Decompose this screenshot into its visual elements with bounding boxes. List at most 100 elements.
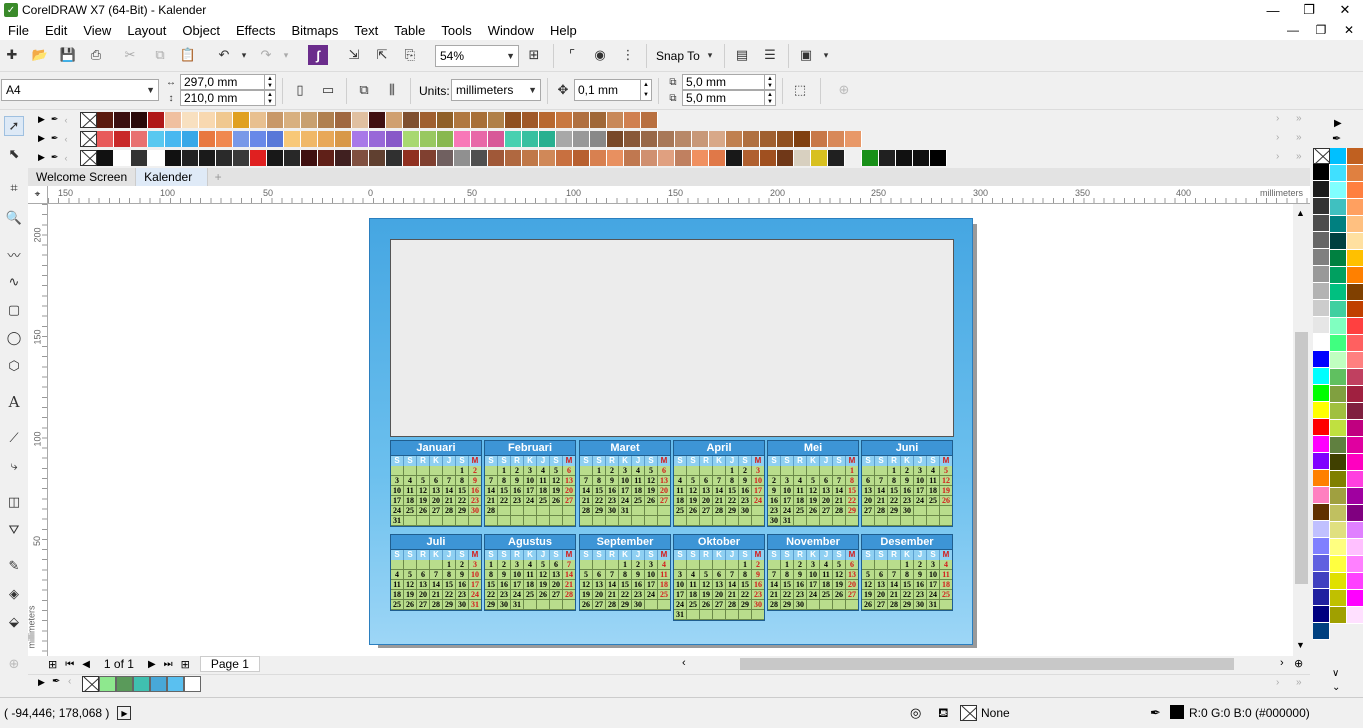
paste-icon[interactable]: 📋 <box>178 45 198 65</box>
palette-flyout-icon[interactable]: ▶ <box>38 152 45 163</box>
color-swatch[interactable] <box>590 111 607 128</box>
color-swatch[interactable] <box>488 149 505 166</box>
color-swatch[interactable] <box>1313 164 1330 181</box>
color-swatch[interactable] <box>165 149 182 166</box>
color-swatch[interactable] <box>1313 351 1330 368</box>
color-swatch[interactable] <box>233 111 250 128</box>
color-swatch[interactable] <box>1330 573 1347 590</box>
color-swatch[interactable] <box>641 130 658 147</box>
palette-expand-icon[interactable]: » <box>1296 151 1302 162</box>
page-size-combo[interactable]: A4 ▼ <box>1 79 159 101</box>
color-swatch[interactable] <box>1313 198 1330 215</box>
color-swatch[interactable] <box>301 111 318 128</box>
color-swatch[interactable] <box>335 149 352 166</box>
color-swatch[interactable] <box>199 130 216 147</box>
portrait-icon[interactable]: ▯ <box>290 80 310 100</box>
tab-welcome-screen[interactable]: Welcome Screen <box>28 168 137 186</box>
doc-palette-flyout-icon[interactable]: ▶ <box>38 677 45 688</box>
color-swatch[interactable] <box>692 130 709 147</box>
color-swatch[interactable] <box>148 130 165 147</box>
zoom-tool-icon[interactable]: 🔍 <box>4 208 24 228</box>
palette-flyout-icon[interactable]: ▶ <box>38 114 45 125</box>
color-swatch[interactable] <box>1347 369 1363 386</box>
menu-bitmaps[interactable]: Bitmaps <box>283 23 346 38</box>
color-swatch[interactable] <box>1347 386 1363 403</box>
pick-tool-icon[interactable]: ➚ <box>4 116 24 136</box>
drop-shadow-icon[interactable]: ◫ <box>4 492 24 512</box>
nudge-spinner-icon[interactable]: ▲ ▼ <box>640 80 651 100</box>
guidelines-icon[interactable]: ⋮ <box>618 45 638 65</box>
color-swatch[interactable] <box>454 149 471 166</box>
color-swatch[interactable] <box>1313 385 1330 402</box>
color-swatch[interactable] <box>488 111 505 128</box>
no-color-swatch[interactable] <box>80 130 97 147</box>
color-swatch[interactable] <box>1347 199 1363 216</box>
color-swatch[interactable] <box>1330 522 1347 539</box>
crop-tool-icon[interactable]: ⌗ <box>4 178 24 198</box>
corel-connect-icon[interactable]: ʃ <box>308 45 328 65</box>
width-spinner-icon[interactable]: ▲ ▼ <box>264 75 275 89</box>
color-swatch[interactable] <box>607 111 624 128</box>
color-swatch[interactable] <box>607 130 624 147</box>
color-swatch[interactable] <box>148 111 165 128</box>
smart-fill-icon[interactable]: ⬙ <box>4 612 24 632</box>
last-page-icon[interactable]: ⏭ <box>164 659 173 670</box>
calendar-month[interactable]: Mei S S R K J S M 1 2 3 4 5 6 7 8 9 10 11 12 13 14 15 16 17 18 19 2… <box>767 440 859 527</box>
color-swatch[interactable] <box>573 111 590 128</box>
horizontal-ruler[interactable]: 150 100 50 0 50 100 150 200 250 300 350 … <box>48 186 1310 204</box>
color-swatch[interactable] <box>284 130 301 147</box>
scroll-down-icon[interactable]: ▼ <box>1296 640 1305 650</box>
menu-file[interactable]: File <box>0 23 37 38</box>
color-swatch[interactable] <box>1313 249 1330 266</box>
page-width-field[interactable]: 297,0 mm ▲ ▼ <box>180 74 276 90</box>
vertical-ruler[interactable]: 200 150 100 50 millimeters <box>28 204 48 656</box>
palette-scroll-left-icon[interactable]: ‹ <box>64 115 67 125</box>
color-swatch[interactable] <box>1330 403 1347 420</box>
color-swatch[interactable] <box>505 149 522 166</box>
duplicate-x-field[interactable]: 5,0 mm ▲ ▼ <box>682 74 776 90</box>
color-swatch[interactable] <box>148 149 165 166</box>
freehand-tool-icon[interactable]: 〰 <box>4 244 24 264</box>
calendar-month[interactable]: Oktober S S R K J S M 1 2 3 4 5 6 7 8 9 10 11 12 13 14 15 16 17 1… <box>673 534 765 621</box>
color-swatch[interactable] <box>1313 402 1330 419</box>
palette-scroll-right-icon[interactable]: › <box>1276 132 1279 143</box>
palette-expand-icon[interactable]: ⌄ <box>1332 682 1340 693</box>
color-swatch[interactable] <box>1313 538 1330 555</box>
rectangle-tool-icon[interactable]: ▢ <box>4 300 24 320</box>
palette-eyedropper-icon[interactable]: ✒ <box>51 152 59 163</box>
new-document-icon[interactable]: ✚ <box>2 45 22 65</box>
color-swatch[interactable] <box>250 149 267 166</box>
palette-eyedropper-icon[interactable]: ✒ <box>51 133 59 144</box>
color-swatch[interactable] <box>1330 369 1347 386</box>
color-swatch[interactable] <box>1330 386 1347 403</box>
color-swatch[interactable] <box>97 149 114 166</box>
zoom-nav-icon[interactable]: ⊕ <box>1294 657 1303 670</box>
color-swatch[interactable] <box>624 130 641 147</box>
color-swatch[interactable] <box>539 130 556 147</box>
palette-scroll-down-icon[interactable]: ∨ <box>1332 668 1339 679</box>
color-swatch[interactable] <box>233 130 250 147</box>
color-swatch[interactable] <box>556 130 573 147</box>
color-swatch[interactable] <box>352 149 369 166</box>
color-swatch[interactable] <box>454 130 471 147</box>
color-swatch[interactable] <box>131 149 148 166</box>
calendar-month[interactable]: April S S R K J S M 1 2 3 4 5 6 7 8 9 10 11 12 13 14 15 16 17 18 1… <box>673 440 765 527</box>
color-swatch[interactable] <box>471 111 488 128</box>
no-fill-swatch[interactable] <box>960 705 977 721</box>
page-height-field[interactable]: 210,0 mm ▲ ▼ <box>180 90 276 106</box>
color-swatch[interactable] <box>216 149 233 166</box>
vertical-scroll-thumb[interactable] <box>1295 332 1308 584</box>
color-swatch[interactable] <box>165 130 182 147</box>
color-swatch[interactable] <box>250 130 267 147</box>
open-icon[interactable]: 📂 <box>30 45 50 65</box>
color-swatch[interactable] <box>1330 199 1347 216</box>
no-color-swatch[interactable] <box>1313 148 1330 164</box>
cut-icon[interactable]: ✂ <box>120 45 140 65</box>
document-color-swatch[interactable] <box>116 676 133 692</box>
color-swatch[interactable] <box>1347 573 1363 590</box>
color-swatch[interactable] <box>845 130 862 147</box>
color-swatch[interactable] <box>1313 572 1330 589</box>
menu-text[interactable]: Text <box>346 23 386 38</box>
treat-as-filled-icon[interactable]: ⬚ <box>790 80 810 100</box>
color-swatch[interactable] <box>1330 165 1347 182</box>
